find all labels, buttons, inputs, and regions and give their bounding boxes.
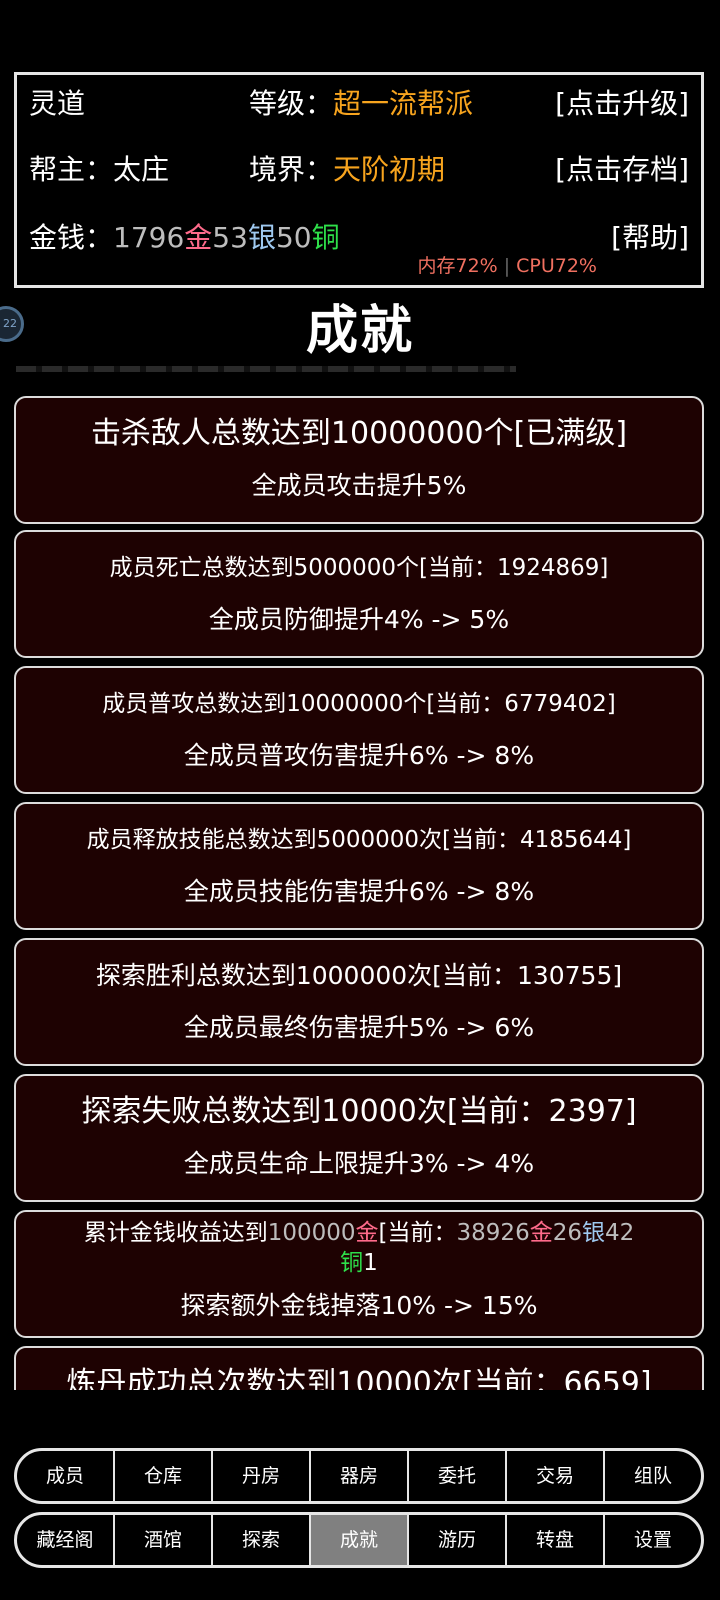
guild-leader: 帮主：太庄 bbox=[29, 145, 169, 195]
current-silver: 26 bbox=[552, 1220, 582, 1246]
tab-travel[interactable]: 游历 bbox=[409, 1515, 507, 1565]
achievement-desc: 探索额外金钱掉落10% -> 15% bbox=[180, 1291, 538, 1320]
achievement-card: 探索胜利总数达到1000000次[当前：130755] 全成员最终伤害提升5% … bbox=[14, 938, 704, 1066]
achievement-title: 累计金钱收益达到100000金[当前：38926金26银42铜1 bbox=[16, 1218, 702, 1278]
current-copper: 42 bbox=[604, 1220, 635, 1246]
tab-explore[interactable]: 探索 bbox=[213, 1515, 311, 1565]
tab-trade[interactable]: 交易 bbox=[507, 1451, 605, 1501]
achievement-desc: 全成员最终伤害提升5% -> 6% bbox=[183, 1013, 535, 1042]
guild-realm: 境界：天阶初期 bbox=[249, 145, 445, 195]
achievement-card: 击杀敌人总数达到10000000个[已满级] 全成员攻击提升5% bbox=[14, 396, 704, 524]
guild-level: 等级：超一流帮派 bbox=[249, 79, 473, 129]
header-row-3: 金钱：1796金53银50铜 [帮助] bbox=[17, 213, 701, 263]
tab-library[interactable]: 藏经阁 bbox=[17, 1515, 115, 1565]
tab-warehouse[interactable]: 仓库 bbox=[115, 1451, 213, 1501]
system-stats: 内存72% | CPU72% bbox=[417, 253, 597, 279]
silver-unit: 银 bbox=[247, 221, 276, 254]
tab-team[interactable]: 组队 bbox=[605, 1451, 701, 1501]
money-label: 金钱： bbox=[29, 221, 114, 254]
current-gold-unit: 金 bbox=[529, 1220, 553, 1246]
level-label: 等级： bbox=[249, 87, 334, 120]
gold-amount: 1796 bbox=[113, 221, 185, 254]
tab-achievements[interactable]: 成就 bbox=[311, 1515, 409, 1565]
achievement-card: 探索失败总数达到10000次[当前：2397] 全成员生命上限提升3% -> 4… bbox=[14, 1074, 704, 1202]
tab-tavern[interactable]: 酒馆 bbox=[115, 1515, 213, 1565]
achievement-desc: 全成员攻击提升5% bbox=[251, 471, 467, 500]
tab-members[interactable]: 成员 bbox=[17, 1451, 115, 1501]
achievement-card: 成员释放技能总数达到5000000次[当前：4185644] 全成员技能伤害提升… bbox=[14, 802, 704, 930]
memory-stat: 内存72% bbox=[417, 255, 498, 277]
achievement-card: 炼丹成功总次数达到10000次[当前：6659] bbox=[14, 1346, 704, 1390]
realm-label: 境界： bbox=[249, 153, 334, 186]
achievement-title: 成员普攻总数达到10000000个[当前：6779402] bbox=[102, 691, 616, 717]
achievement-card: 成员普攻总数达到10000000个[当前：6779402] 全成员普攻伤害提升6… bbox=[14, 666, 704, 794]
bottom-nav-row-2: 藏经阁 酒馆 探索 成就 游历 转盘 设置 bbox=[14, 1512, 704, 1568]
header-row-1: 灵道 等级：超一流帮派 [点击升级] bbox=[17, 79, 701, 129]
title-prefix: 累计金钱收益达到 bbox=[83, 1220, 268, 1246]
current-suffix: 1 bbox=[363, 1250, 378, 1276]
cpu-stat: CPU72% bbox=[516, 255, 597, 277]
achievement-title: 成员释放技能总数达到5000000次[当前：4185644] bbox=[86, 827, 632, 853]
page-title: 成就 bbox=[305, 301, 414, 361]
tab-forge-room[interactable]: 器房 bbox=[311, 1451, 409, 1501]
current-silver-unit: 银 bbox=[581, 1220, 605, 1246]
guild-name: 灵道 bbox=[29, 87, 86, 120]
current-gold: 38926 bbox=[456, 1220, 530, 1246]
achievement-card: 成员死亡总数达到5000000个[当前：1924869] 全成员防御提升4% -… bbox=[14, 530, 704, 658]
current-copper-unit: 铜 bbox=[340, 1250, 364, 1276]
money-display: 金钱：1796金53银50铜 bbox=[29, 213, 340, 263]
header-row-2: 帮主：太庄 境界：天阶初期 [点击存档] bbox=[17, 145, 701, 195]
level-value: 超一流帮派 bbox=[333, 87, 474, 120]
tab-commissions[interactable]: 委托 bbox=[409, 1451, 507, 1501]
tab-alchemy-room[interactable]: 丹房 bbox=[213, 1451, 311, 1501]
achievement-desc: 全成员防御提升4% -> 5% bbox=[208, 605, 510, 634]
achievement-title: 探索胜利总数达到1000000次[当前：130755] bbox=[95, 961, 623, 990]
current-prefix: [当前： bbox=[378, 1220, 457, 1246]
target-amount: 100000 bbox=[267, 1220, 356, 1246]
scrolled-text-remnant bbox=[16, 366, 516, 372]
tab-settings[interactable]: 设置 bbox=[605, 1515, 701, 1565]
copper-amount: 50 bbox=[275, 221, 312, 254]
target-unit: 金 bbox=[355, 1220, 379, 1246]
achievement-card: 累计金钱收益达到100000金[当前：38926金26银42铜1 探索额外金钱掉… bbox=[14, 1210, 704, 1338]
achievement-title: 成员死亡总数达到5000000个[当前：1924869] bbox=[109, 555, 609, 581]
tab-wheel[interactable]: 转盘 bbox=[507, 1515, 605, 1565]
bottom-nav-row-1: 成员 仓库 丹房 器房 委托 交易 组队 bbox=[14, 1448, 704, 1504]
gold-unit: 金 bbox=[184, 221, 213, 254]
achievement-title: 击杀敌人总数达到10000000个[已满级] bbox=[90, 416, 628, 451]
guild-status-panel: 灵道 等级：超一流帮派 [点击升级] 帮主：太庄 境界：天阶初期 [点击存档] … bbox=[14, 72, 704, 288]
achievement-list[interactable]: 击杀敌人总数达到10000000个[已满级] 全成员攻击提升5% 成员死亡总数达… bbox=[0, 366, 720, 1390]
help-button[interactable]: [帮助] bbox=[611, 213, 689, 263]
achievement-desc: 全成员普攻伤害提升6% -> 8% bbox=[183, 741, 535, 770]
achievement-desc: 全成员生命上限提升3% -> 4% bbox=[183, 1149, 535, 1178]
leader-label: 帮主： bbox=[29, 153, 114, 186]
save-button[interactable]: [点击存档] bbox=[555, 145, 689, 195]
achievement-desc: 全成员技能伤害提升6% -> 8% bbox=[183, 877, 535, 906]
copper-unit: 铜 bbox=[311, 221, 340, 254]
achievement-title: 炼丹成功总次数达到10000次[当前：6659] bbox=[66, 1366, 652, 1390]
achievement-title: 探索失败总数达到10000次[当前：2397] bbox=[81, 1094, 637, 1129]
leader-name: 太庄 bbox=[113, 153, 170, 186]
upgrade-button[interactable]: [点击升级] bbox=[555, 79, 689, 129]
silver-amount: 53 bbox=[212, 221, 248, 254]
realm-value: 天阶初期 bbox=[333, 153, 446, 186]
stat-divider: | bbox=[503, 255, 511, 277]
